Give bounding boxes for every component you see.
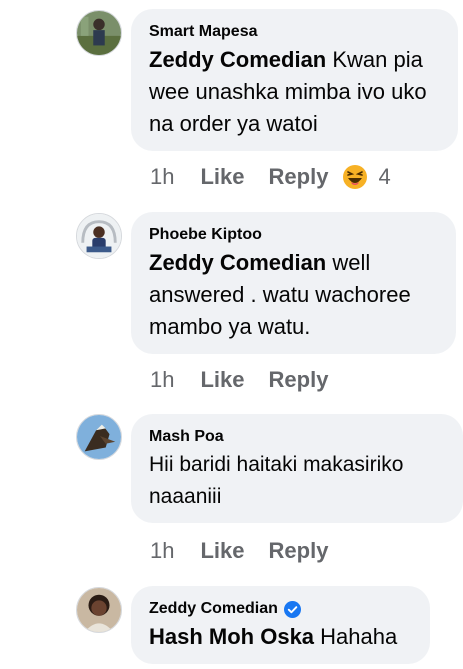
comment-time[interactable]: 1h xyxy=(150,367,174,393)
like-button[interactable]: Like xyxy=(200,164,244,190)
laughing-face-icon xyxy=(343,165,368,189)
comment-author[interactable]: Mash Poa xyxy=(149,427,445,447)
mention-link[interactable]: Zeddy Comedian xyxy=(149,250,326,275)
comment-author[interactable]: Smart Mapesa xyxy=(149,22,440,42)
comment-bubble: Zeddy Comedian Hash Moh Oska Hahaha xyxy=(131,586,430,664)
verified-badge-icon xyxy=(283,600,301,618)
avatar[interactable] xyxy=(76,10,122,56)
comment-time[interactable]: 1h xyxy=(150,164,174,190)
comment-actions: 1h Like Reply 4 xyxy=(150,162,391,192)
reply-button[interactable]: Reply xyxy=(269,538,329,564)
mention-link[interactable]: Hash Moh Oska xyxy=(149,624,314,649)
comment-actions: 1h Like Reply xyxy=(150,365,342,395)
comment-author-name[interactable]: Zeddy Comedian xyxy=(149,599,278,619)
comment-body: Hii baridi haitaki makasiriko naaaniii xyxy=(149,453,404,508)
comment-time[interactable]: 1h xyxy=(150,538,174,564)
avatar[interactable] xyxy=(76,213,122,259)
avatar-image xyxy=(77,214,121,258)
comment-author[interactable]: Phoebe Kiptoo xyxy=(149,225,438,245)
reply-button[interactable]: Reply xyxy=(269,164,329,190)
comment-body: Hahaha xyxy=(314,624,398,649)
comment-actions: 1h Like Reply xyxy=(150,536,342,566)
comment-bubble: Mash Poa Hii baridi haitaki makasiriko n… xyxy=(131,414,463,523)
mention-link[interactable]: Zeddy Comedian xyxy=(149,47,326,72)
like-button[interactable]: Like xyxy=(200,367,244,393)
comment-bubble: Smart Mapesa Zeddy Comedian Kwan pia wee… xyxy=(131,9,458,151)
avatar-image xyxy=(77,415,121,459)
comment-text: Zeddy Comedian well answered . watu wach… xyxy=(149,247,438,343)
avatar[interactable] xyxy=(76,414,122,460)
comment-text: Hii baridi haitaki makasiriko naaaniii xyxy=(149,449,445,513)
avatar-image xyxy=(77,588,121,632)
avatar[interactable] xyxy=(76,587,122,633)
avatar-image xyxy=(77,11,121,55)
comment-text: Zeddy Comedian Kwan pia wee unashka mimb… xyxy=(149,44,440,140)
reaction-summary[interactable]: 4 xyxy=(342,164,391,190)
comment-bubble: Phoebe Kiptoo Zeddy Comedian well answer… xyxy=(131,212,456,354)
like-button[interactable]: Like xyxy=(200,538,244,564)
comment-text: Hash Moh Oska Hahaha xyxy=(149,621,412,653)
reply-button[interactable]: Reply xyxy=(269,367,329,393)
reaction-count: 4 xyxy=(378,164,391,189)
comment-author[interactable]: Zeddy Comedian xyxy=(149,599,412,619)
